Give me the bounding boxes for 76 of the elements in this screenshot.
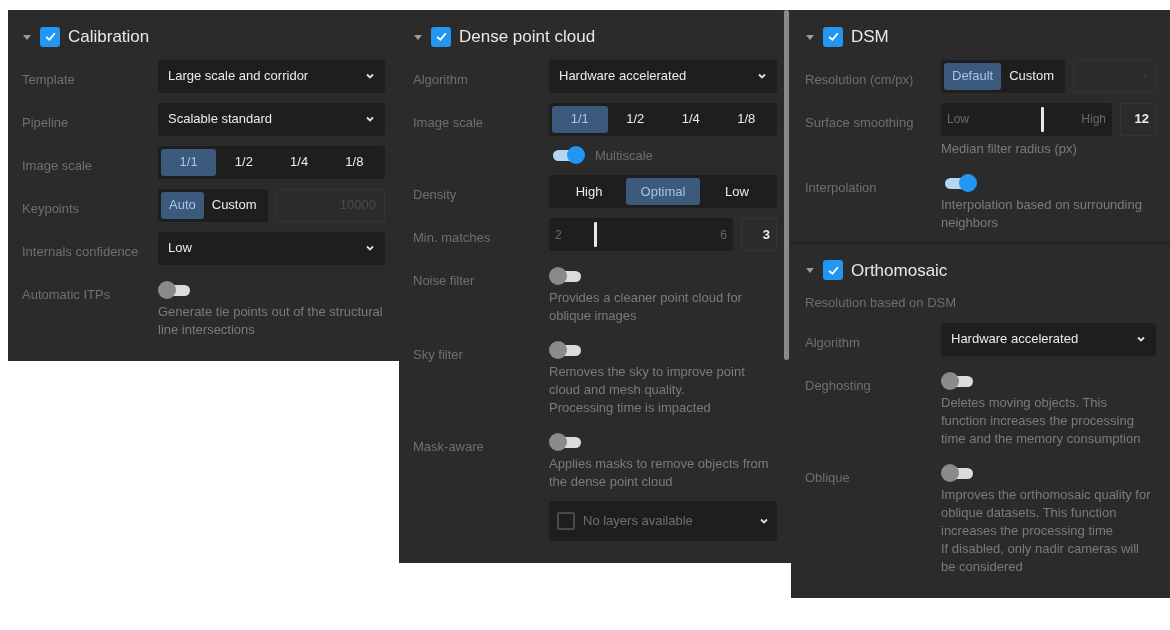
help-text: Applies masks to remove objects from the dense point cloud (549, 455, 770, 491)
field-label: Internals confidence (22, 243, 139, 259)
segment-tab[interactable]: 1/8 (326, 148, 382, 176)
field-label: Interpolation (805, 179, 877, 195)
segment-tab[interactable]: 1/4 (271, 148, 327, 176)
field-label: Mask-aware (413, 439, 484, 454)
segment-tab[interactable]: 1/2 (216, 148, 272, 176)
dropdown[interactable]: Large scale and corridor (158, 59, 385, 93)
field-label: Resolution (cm/px) (805, 71, 914, 87)
field-label: Oblique (805, 469, 850, 485)
chevron-down-icon (365, 114, 375, 124)
help-text: Deletes moving objects. This function increases the processing time and the memory consumption (941, 393, 1142, 448)
field-label: Automatic ITPs (22, 286, 111, 302)
field-label: Surface smoothing (805, 114, 914, 130)
note-text: Resolution based on DSM (805, 294, 957, 312)
segment-tab[interactable]: 1/1 (552, 105, 608, 133)
dropdown[interactable]: Scalable standard (158, 102, 385, 136)
field-label: Noise filter (413, 273, 475, 288)
section-title: Dense point cloud (459, 26, 596, 48)
checkmark-icon (434, 30, 448, 44)
field-label: Sky filter (413, 347, 463, 362)
field-label: Template (22, 71, 75, 87)
dropdown[interactable]: Hardware accelerated (941, 322, 1156, 356)
field-label: Algorithm (413, 71, 468, 87)
help-text: Generate tie points out of the structural line intersections (158, 302, 384, 339)
dropdown[interactable]: Hardware accelerated (549, 59, 777, 93)
scrollbar[interactable] (784, 10, 789, 360)
segment-tab[interactable]: Optimal (626, 178, 700, 205)
checkbox[interactable] (431, 26, 451, 47)
section-title: DSM (851, 26, 889, 48)
help-text: Interpolation based on surrounding neighbors (941, 195, 1143, 232)
chevron-down-icon (757, 71, 767, 81)
slider-min: Low (947, 111, 969, 128)
chevron-down-icon (365, 243, 375, 253)
segment-tab[interactable]: Auto (161, 191, 204, 219)
number-field[interactable]: 3 (741, 218, 777, 251)
checkmark-icon (43, 30, 57, 44)
section-title: Orthomosaic (851, 259, 948, 282)
segment-tab[interactable]: 1/1 (161, 148, 217, 176)
field-label: Pipeline (22, 114, 69, 130)
segment-tab[interactable]: Default (944, 62, 1002, 90)
field-label: Image scale (22, 157, 93, 173)
field-label: Keypoints (22, 200, 80, 216)
field-label: Algorithm (805, 334, 860, 350)
help-text: Improves the orthomosaic quality for oblique datasets. This function increases the processing time If disabled, only nadir cameras will be considered (941, 485, 1152, 576)
checkbox[interactable] (40, 26, 60, 47)
field-label: Deghosting (805, 377, 871, 393)
segment-tab[interactable]: 1/2 (607, 105, 663, 133)
slider-thumb[interactable] (1040, 106, 1044, 132)
chevron-down-icon (1136, 334, 1146, 344)
segment-tab[interactable]: 1/8 (718, 105, 774, 133)
slider-max: 6 (720, 226, 727, 244)
toggle-label: Multiscale (595, 146, 653, 165)
segment-tab[interactable]: Custom (203, 191, 265, 219)
slider-thumb[interactable] (594, 222, 597, 247)
help-text: Provides a cleaner point cloud for oblique images (549, 289, 743, 325)
checkbox[interactable] (823, 26, 843, 47)
field-label: Min. matches (413, 230, 491, 245)
field-label: Image scale (413, 114, 484, 130)
chevron-down-icon (365, 71, 375, 81)
checkmark-icon (826, 30, 840, 44)
slider-max: High (1081, 111, 1106, 128)
checkbox[interactable] (557, 512, 575, 530)
field-label: Density (413, 187, 457, 202)
number-field[interactable]: 12 (1120, 102, 1156, 136)
slider-min: 2 (555, 226, 562, 244)
segment-tab[interactable]: Low (700, 178, 774, 205)
dropdown[interactable]: Low (158, 231, 385, 265)
checkbox[interactable] (823, 260, 843, 281)
help-text: Removes the sky to improve point cloud and mesh quality. Processing time is impacted (549, 363, 746, 417)
chevron-down-icon (759, 516, 769, 526)
help-text: Median filter radius (px) (941, 139, 1078, 158)
segment-tab[interactable]: Custom (1001, 62, 1062, 90)
segment-tab[interactable]: 1/4 (663, 105, 719, 133)
segment-tab[interactable]: High (552, 178, 626, 205)
section-title: Calibration (68, 26, 150, 48)
